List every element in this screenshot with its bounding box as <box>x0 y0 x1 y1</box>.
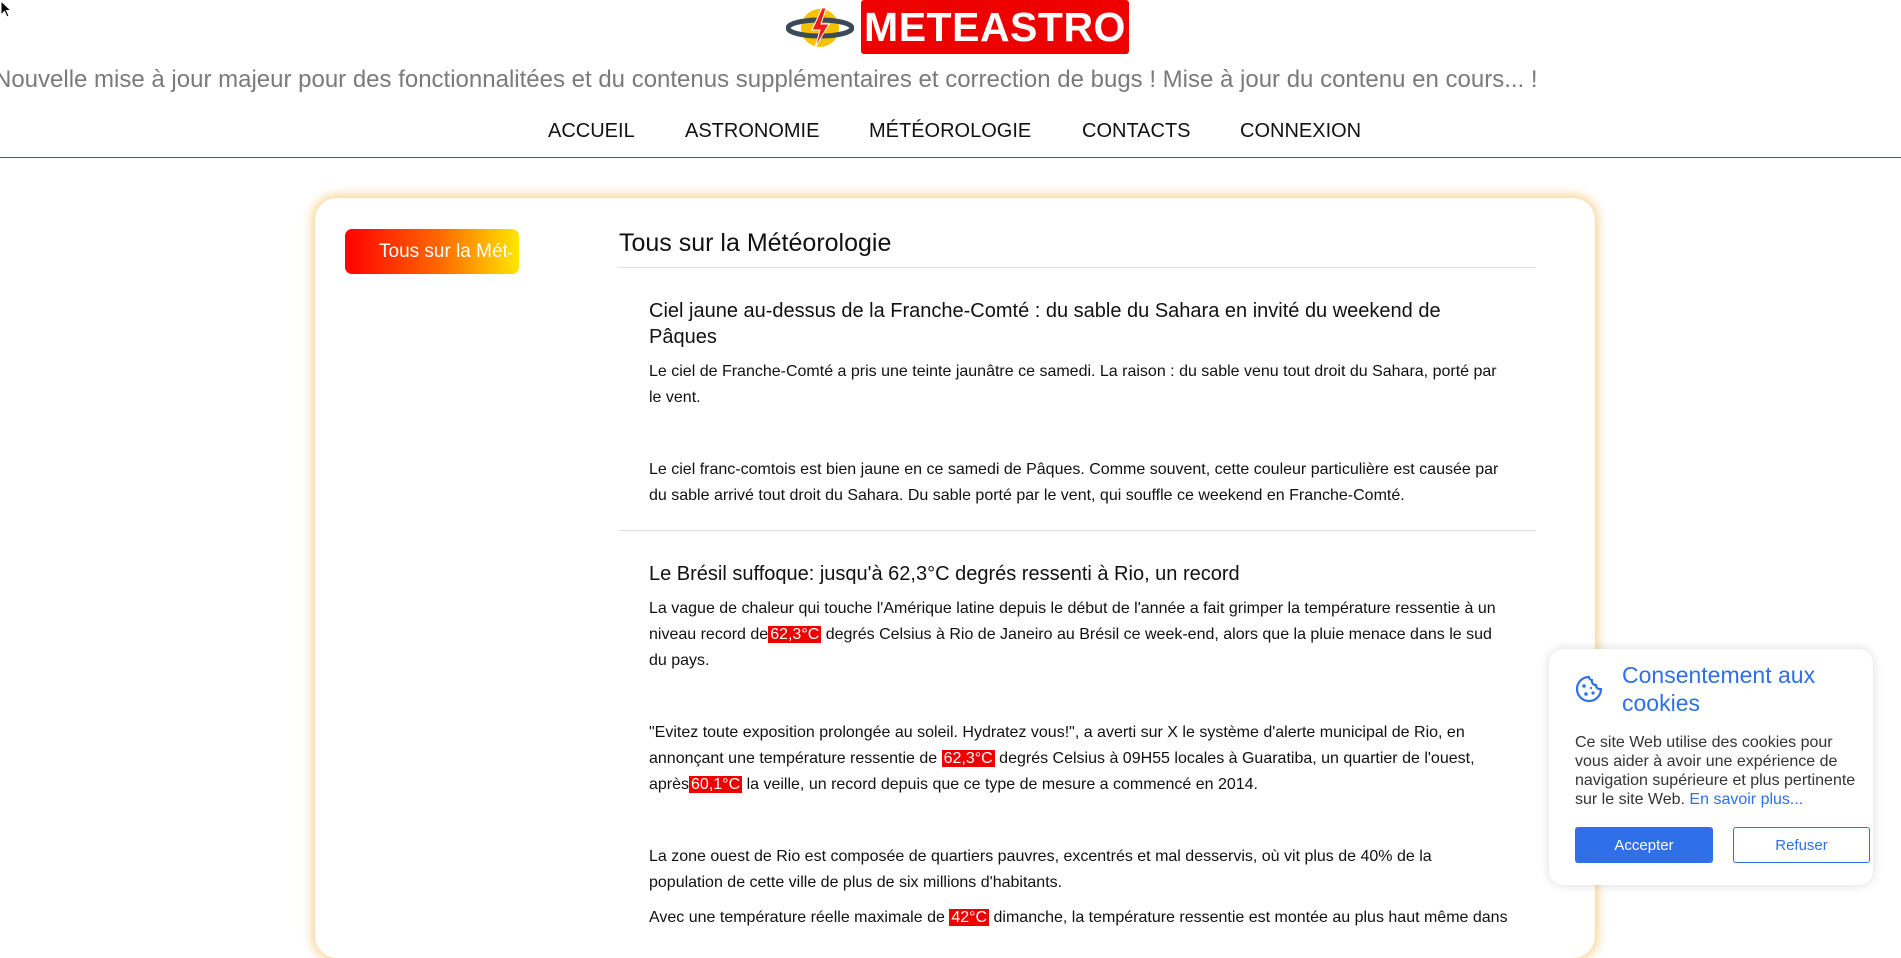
article-title[interactable]: Ciel jaune au-dessus de la Franche-Comté… <box>649 298 1499 350</box>
refuse-cookies-button[interactable]: Refuser <box>1733 827 1870 863</box>
cookie-icon <box>1575 675 1603 703</box>
cookie-text: Ce site Web utilise des cookies pour vou… <box>1575 733 1860 809</box>
temperature-highlight: 62,3°C <box>768 626 822 643</box>
main-navigation: ACCUEIL ASTRONOMIE MÉTÉOROLOGIE CONTACTS… <box>0 116 1901 146</box>
site-header: METEASTRO <box>0 0 1901 56</box>
article-paragraph: Le ciel de Franche-Comté a pris une tein… <box>649 363 1497 406</box>
category-select[interactable]: Tous sur la Météorologie ⌄ <box>345 229 519 274</box>
cookie-title: Consentement aux cookies <box>1622 662 1816 716</box>
article-paragraph: La zone ouest de Rio est composée de qua… <box>649 848 1432 891</box>
title-divider <box>619 267 1536 268</box>
article-paragraph: "Evitez toute exposition prolongée au so… <box>649 720 1509 798</box>
nav-item-accueil[interactable]: ACCUEIL <box>548 116 635 146</box>
article-paragraph: Avec une température réelle maximale de … <box>649 905 1509 931</box>
temperature-highlight: 62,3°C <box>941 750 995 767</box>
announcement-ticker: Nouvelle mise à jour majeur pour des fon… <box>0 66 1538 93</box>
article-divider <box>619 530 1536 531</box>
category-select-label: Tous sur la Météorologie <box>379 241 507 262</box>
paragraph-text: dimanche, la température ressentie est m… <box>989 909 1508 926</box>
site-logo[interactable]: METEASTRO <box>861 0 1129 54</box>
page-title: Tous sur la Météorologie <box>619 229 892 257</box>
temperature-highlight: 60,1°C <box>689 776 743 793</box>
article-title[interactable]: Le Brésil suffoque: jusqu'à 62,3°C degré… <box>649 561 1499 587</box>
nav-divider <box>0 157 1901 158</box>
nav-item-contacts[interactable]: CONTACTS <box>1082 116 1191 146</box>
accept-cookies-button[interactable]: Accepter <box>1575 827 1713 863</box>
paragraph-text: Avec une température réelle maximale de <box>649 909 950 926</box>
article-paragraph: Le ciel franc-comtois est bien jaune en … <box>649 461 1499 504</box>
nav-item-connexion[interactable]: CONNEXION <box>1240 116 1361 146</box>
temperature-highlight: 42°C <box>949 909 990 926</box>
paragraph-text: la veille, un record depuis que ce type … <box>742 776 1258 793</box>
nav-item-meteorologie[interactable]: MÉTÉOROLOGIE <box>869 116 1031 146</box>
learn-more-link[interactable]: En savoir plus... <box>1689 791 1803 808</box>
article-paragraph: La vague de chaleur qui touche l'Amériqu… <box>649 596 1509 674</box>
nav-item-astronomie[interactable]: ASTRONOMIE <box>685 116 819 146</box>
chevron-down-icon: ⌄ <box>505 244 516 258</box>
globe-lightning-icon[interactable] <box>786 4 854 52</box>
